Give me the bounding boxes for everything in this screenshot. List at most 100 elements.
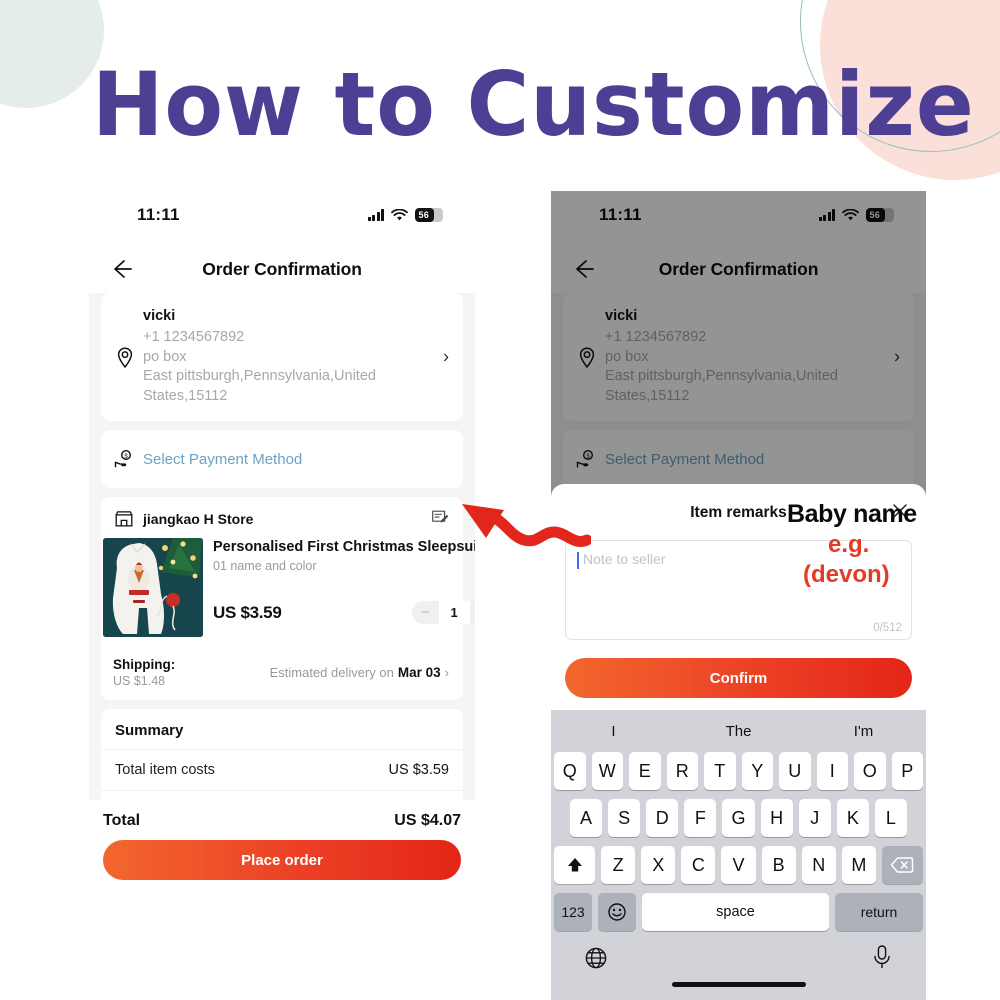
status-icons: 56 <box>367 208 443 222</box>
home-indicator <box>671 982 806 987</box>
status-bar: 11:11 56 <box>89 191 475 245</box>
key-u[interactable]: U <box>779 752 811 790</box>
signal-bars-icon <box>367 209 384 221</box>
shipping-estimate-prefix: Estimated delivery on <box>269 665 394 681</box>
product-price: US $3.59 <box>213 602 282 622</box>
emoji-smiley-icon <box>608 903 626 921</box>
shipping-estimate[interactable]: Estimated delivery on Mar 03 › <box>270 665 449 680</box>
onscreen-keyboard: I The I'm Q W E R T Y U I O P A S D F G … <box>551 710 926 1000</box>
quantity-decrease-button[interactable]: − <box>411 601 439 625</box>
product-card: jiangkao H Store Personalised First Chri… <box>101 497 475 701</box>
key-x[interactable]: X <box>641 846 676 884</box>
select-payment-method-row[interactable]: $ Select Payment Method <box>101 430 463 489</box>
total-row: Total US $4.07 <box>103 808 461 840</box>
key-z[interactable]: Z <box>601 846 636 884</box>
product-variant: 01 name and color <box>213 559 317 574</box>
key-j[interactable]: J <box>798 799 831 837</box>
character-counter: 0/512 <box>873 622 902 634</box>
shipping-label: Shipping: <box>113 657 176 673</box>
key-y[interactable]: Y <box>741 752 773 790</box>
shift-key[interactable] <box>554 846 595 884</box>
location-pin-icon <box>117 347 133 368</box>
key-b[interactable]: B <box>761 846 796 884</box>
battery-icon: 56 <box>415 208 443 222</box>
quantity-increase-button[interactable]: + <box>469 601 475 625</box>
shift-up-arrow-icon <box>567 858 582 872</box>
key-c[interactable]: C <box>681 846 716 884</box>
address-name: vicki <box>143 308 176 324</box>
key-e[interactable]: E <box>629 752 661 790</box>
space-key[interactable]: space <box>642 893 829 931</box>
backspace-delete-icon <box>891 857 914 873</box>
key-a[interactable]: A <box>570 799 603 837</box>
product-title: Personalised First Christmas Sleepsuit··… <box>213 539 475 556</box>
delete-key[interactable] <box>881 846 923 884</box>
payment-method-label: Select Payment Method <box>143 450 303 468</box>
suggestion-1[interactable]: I <box>551 723 676 740</box>
quantity-stepper[interactable]: − 1 + <box>411 601 475 625</box>
key-r[interactable]: R <box>666 752 698 790</box>
quantity-value[interactable]: 1 <box>438 601 470 625</box>
key-p[interactable]: P <box>891 752 923 790</box>
product-row[interactable]: Personalised First Christmas Sleepsuit··… <box>101 538 475 638</box>
key-h[interactable]: H <box>760 799 793 837</box>
suggestion-3[interactable]: I'm <box>801 723 926 740</box>
summary-row-item-costs: Total item costs US $3.59 <box>101 749 463 790</box>
key-l[interactable]: L <box>874 799 907 837</box>
shipping-row[interactable]: Shipping: US $1.48 Estimated delivery on… <box>101 646 463 700</box>
key-d[interactable]: D <box>646 799 679 837</box>
summary-value: US $3.59 <box>388 762 449 779</box>
total-label: Total <box>103 812 141 829</box>
keyboard-suggestions: I The I'm <box>551 710 926 752</box>
product-info: Personalised First Christmas Sleepsuit··… <box>203 538 475 637</box>
key-f[interactable]: F <box>684 799 717 837</box>
checkout-footer: Total US $4.07 Place order <box>89 800 475 894</box>
chevron-right-icon[interactable]: › <box>443 347 449 368</box>
shipping-estimate-date: Mar 03 <box>397 665 441 681</box>
key-v[interactable]: V <box>721 846 756 884</box>
key-q[interactable]: Q <box>554 752 586 790</box>
globe-language-icon[interactable] <box>584 946 608 970</box>
address-card[interactable]: vicki +1 1234567892 po box East pittsbur… <box>101 293 463 422</box>
battery-level: 56 <box>418 210 430 220</box>
key-s[interactable]: S <box>608 799 641 837</box>
keyboard-row-1: Q W E R T Y U I O P <box>551 752 926 790</box>
key-m[interactable]: M <box>841 846 876 884</box>
suggestion-2[interactable]: The <box>676 723 801 740</box>
store-name: jiangkao H Store <box>143 511 254 528</box>
keyboard-bottom-bar <box>551 940 926 996</box>
emoji-key[interactable] <box>598 893 636 931</box>
microphone-icon[interactable] <box>871 944 893 970</box>
page-title: How to Customize <box>92 53 975 156</box>
sheet-title: Item remarks <box>690 504 787 521</box>
key-i[interactable]: I <box>816 752 848 790</box>
page-root: How to Customize 11:11 56 Order Confirma… <box>0 0 1000 1000</box>
key-o[interactable]: O <box>854 752 886 790</box>
total-value: US $4.07 <box>394 812 461 829</box>
key-w[interactable]: W <box>591 752 623 790</box>
key-t[interactable]: T <box>704 752 736 790</box>
annotation-baby-name: Baby name <box>787 500 917 528</box>
product-price-row: US $3.59 − 1 + <box>213 601 475 625</box>
keyboard-row-4: 123 space return <box>551 893 926 931</box>
address-line3: States,15112 <box>143 387 228 404</box>
key-n[interactable]: N <box>801 846 836 884</box>
phone-screen-left: 11:11 56 Order Confirmation vicki +1 123… <box>89 191 475 894</box>
keyboard-row-3: Z X C V B N M <box>551 846 926 884</box>
store-row[interactable]: jiangkao H Store <box>101 497 463 538</box>
product-thumbnail[interactable] <box>103 538 203 638</box>
numbers-key[interactable]: 123 <box>554 893 592 931</box>
decorative-circle-top-left <box>0 0 104 108</box>
key-k[interactable]: K <box>836 799 869 837</box>
payment-hand-coin-icon: $ <box>114 450 132 468</box>
address-phone: +1 1234567892 <box>143 329 245 345</box>
confirm-button[interactable]: Confirm <box>565 658 912 698</box>
address-line2: East pittsburgh,Pennsylvania,United <box>143 368 376 385</box>
key-g[interactable]: G <box>722 799 755 837</box>
place-order-button[interactable]: Place order <box>103 840 461 880</box>
annotation-eg: e.g. <box>828 531 870 558</box>
address-body: vicki +1 1234567892 po box East pittsbur… <box>137 308 449 406</box>
address-line1: po box <box>143 348 187 365</box>
back-arrow-icon[interactable] <box>107 254 137 284</box>
return-key[interactable]: return <box>835 893 923 931</box>
